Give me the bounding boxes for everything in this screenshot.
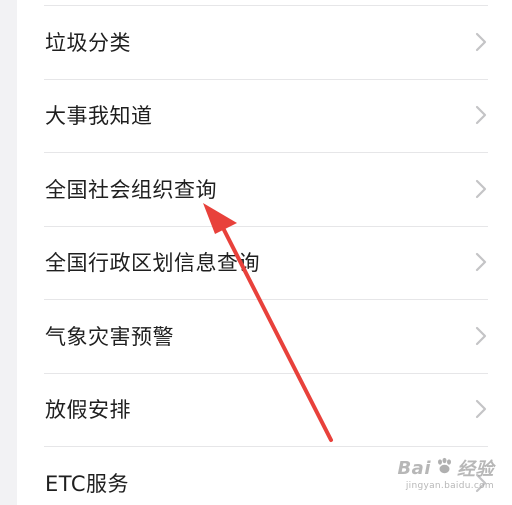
list-item-social-organization-query[interactable]: 全国社会组织查询 (17, 152, 512, 226)
list-item-weather-warning[interactable]: 气象灾害预警 (17, 299, 512, 373)
list-item-etc-service[interactable]: ETC服务 (17, 446, 512, 505)
chevron-right-icon (474, 399, 488, 419)
list-item-label: 垃圾分类 (45, 30, 131, 55)
list-item-administrative-division-query[interactable]: 全国行政区划信息查询 (17, 225, 512, 300)
list-item-label: 大事我知道 (45, 104, 153, 129)
chevron-right-icon (474, 473, 488, 493)
list-item-label: 气象灾害预警 (45, 324, 174, 349)
list-item-garbage-sorting[interactable]: 垃圾分类 (17, 5, 512, 79)
chevron-right-icon (474, 326, 488, 346)
service-list: 垃圾分类 大事我知道 全国社会组织查询 全国行政区划信息查询 气象灾害预警 放假… (17, 5, 512, 505)
chevron-right-icon (474, 105, 488, 125)
list-item-label: 全国社会组织查询 (45, 177, 217, 202)
list-item-holiday-schedule[interactable]: 放假安排 (17, 372, 512, 447)
chevron-right-icon (474, 32, 488, 52)
list-item-label: ETC服务 (45, 471, 130, 496)
chevron-right-icon (474, 252, 488, 272)
list-item-label: 放假安排 (45, 398, 131, 423)
settings-list-card: 垃圾分类 大事我知道 全国社会组织查询 全国行政区划信息查询 气象灾害预警 放假… (17, 0, 512, 505)
list-item-label: 全国行政区划信息查询 (45, 251, 260, 276)
list-item-major-events[interactable]: 大事我知道 (17, 78, 512, 153)
chevron-right-icon (474, 179, 488, 199)
